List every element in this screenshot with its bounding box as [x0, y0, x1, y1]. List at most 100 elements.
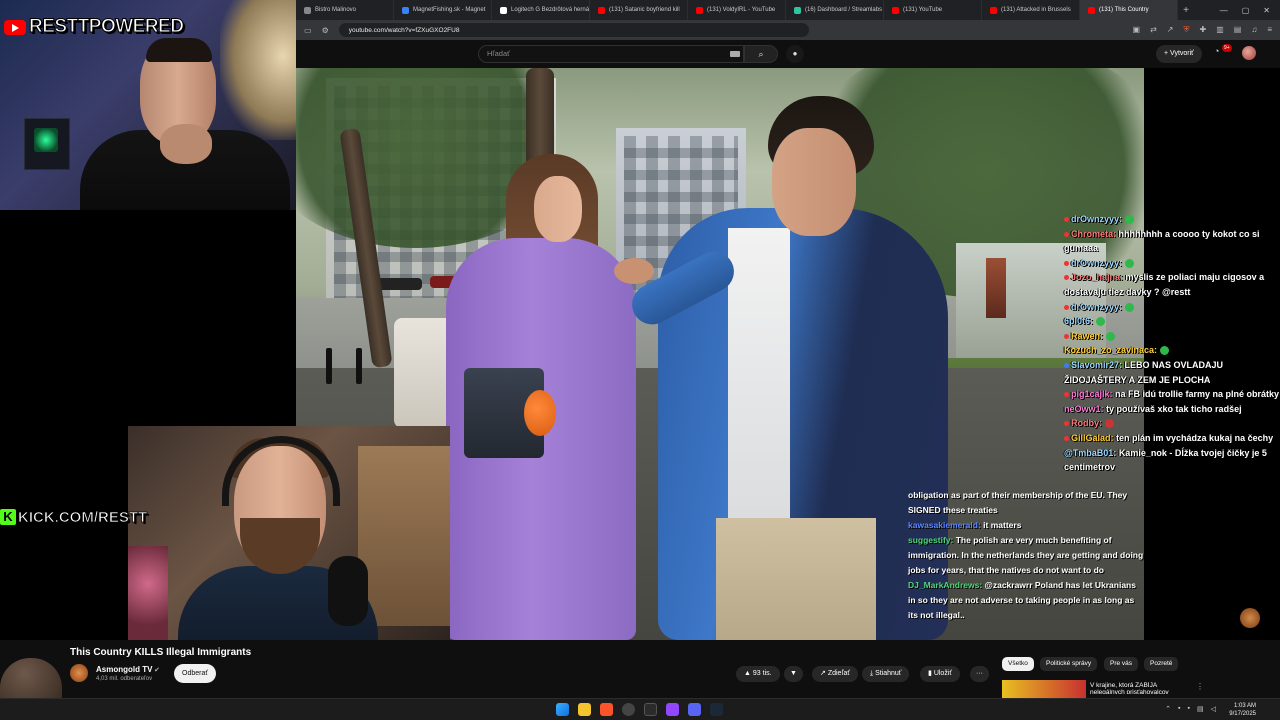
recommended-title[interactable]: V krajine, ktorá ZABÍJA nelegálnych pris…: [1090, 682, 1190, 694]
maximize-icon[interactable]: ▢: [1242, 6, 1250, 15]
kick-url-text: KICK.COM/RESTT: [18, 508, 148, 526]
like-icon: ▲: [744, 670, 751, 677]
obs-icon[interactable]: [622, 703, 635, 716]
channel-avatar[interactable]: [70, 664, 88, 682]
browser-tab-active[interactable]: (131) This Country: [1080, 0, 1178, 20]
translate-icon[interactable]: ⇄: [1150, 25, 1157, 35]
keyboard-icon[interactable]: [730, 51, 740, 57]
kick-chat-overlay: drOwnzyyy: Chrometa: hhhhhhhh a coooo ty…: [1064, 212, 1280, 475]
chip-for-you[interactable]: Pre vás: [1104, 657, 1139, 671]
browser-tab[interactable]: MagnetFishing.sk - Magnet: [394, 0, 492, 20]
chat-message: neOww1: ty používaš xko tak ticho radšej: [1064, 403, 1242, 414]
url-input[interactable]: youtube.com/watch?v=fZXuGXO2FU8: [338, 23, 809, 37]
toolbar-icons: ▣ ⇄ ↗ ⛨ ✚ ▥ ▤ ♫ ≡: [1133, 25, 1272, 35]
chip-watched[interactable]: Pozreté: [1144, 657, 1179, 671]
tab-favicon-icon: [696, 6, 703, 14]
system-clock[interactable]: 1:03 AM 9/17/2025: [1229, 702, 1256, 718]
address-bar-row: ▭ ⚙ youtube.com/watch?v=fZXuGXO2FU8 ▣ ⇄ …: [296, 20, 1280, 40]
youtube-logo-icon: [4, 19, 26, 35]
tray-chevron-icon[interactable]: ⌃: [1165, 705, 1171, 713]
network-icon[interactable]: ▤: [1197, 705, 1204, 713]
emote-icon: [1105, 331, 1115, 341]
browser-tab[interactable]: Bistro Malinovo: [296, 0, 394, 20]
download-icon: ⤓: [870, 670, 874, 677]
chat-message: drOwnzyyy:: [1064, 256, 1280, 271]
browser-tab[interactable]: (131) Attacked in Brussels: [982, 0, 1080, 20]
browser-tab[interactable]: (16) Dashboard / Streamlabs: [786, 0, 884, 20]
brave-browser-icon[interactable]: [600, 703, 613, 716]
create-button[interactable]: + Vytvoriť: [1156, 45, 1202, 63]
channel-name[interactable]: Asmongold TV: [96, 665, 152, 674]
steam-icon[interactable]: [710, 703, 723, 716]
voice-search-button[interactable]: ●: [786, 45, 804, 63]
emote-icon: [1095, 317, 1105, 327]
share-button[interactable]: ↗ Zdieľať: [812, 666, 859, 682]
like-button[interactable]: ▲ 93 tis.: [736, 666, 780, 682]
brave-shield-icon[interactable]: ⛨: [1184, 25, 1190, 35]
subscribe-button[interactable]: Odberať: [174, 664, 216, 683]
tray-app-icon[interactable]: ▪: [1188, 705, 1190, 713]
streamer-hand: [160, 124, 212, 164]
chat-message: DJ_MarkAndrews: @zackrawrr Poland has le…: [908, 580, 1136, 620]
search-button[interactable]: ⌕: [744, 45, 778, 63]
channel-watermark[interactable]: [1240, 608, 1260, 628]
browser-tab[interactable]: (131) Satanic boyfriend kill: [590, 0, 688, 20]
minimize-icon[interactable]: —: [1220, 6, 1228, 15]
chip-political-news[interactable]: Politické správy: [1040, 657, 1098, 671]
extensions-icon[interactable]: ✚: [1200, 25, 1207, 35]
woman-face: [534, 176, 582, 242]
browser-tab[interactable]: Logitech G Bezdrôtová herná: [492, 0, 590, 20]
chip-all[interactable]: Všetko: [1002, 657, 1034, 671]
volume-icon[interactable]: ◁: [1211, 705, 1216, 713]
notification-badge: 9+: [1222, 44, 1232, 52]
close-icon[interactable]: ✕: [1263, 6, 1270, 15]
video-info-bar: This Country KILLS Illegal Immigrants As…: [0, 640, 1280, 698]
recommended-thumbnail[interactable]: [1002, 680, 1086, 698]
media-icon[interactable]: ♫: [1251, 25, 1257, 35]
dislike-icon: ▼: [790, 670, 797, 677]
dislike-button[interactable]: ▼: [784, 666, 803, 682]
save-button[interactable]: ▮ Uložiť: [920, 666, 960, 682]
discord-icon[interactable]: [688, 703, 701, 716]
emote-icon: [1159, 346, 1169, 356]
sidebar-icon[interactable]: ▥: [1216, 25, 1224, 35]
browser-tab[interactable]: (131) VoldyIRL - YouTube: [688, 0, 786, 20]
share-page-icon[interactable]: ↗: [1167, 25, 1174, 35]
more-actions-button[interactable]: ···: [970, 666, 989, 682]
notifications-bell-icon[interactable]: ◔: [1214, 46, 1219, 56]
account-avatar[interactable]: [1242, 46, 1256, 60]
menu-icon[interactable]: ≡: [1267, 25, 1272, 35]
share-icon: ↗: [820, 670, 826, 677]
download-button[interactable]: ⤓ Stiahnuť: [862, 666, 910, 682]
reacted-streamer-webcam: [128, 426, 450, 640]
man-pants: [716, 518, 876, 640]
screen: Bistro Malinovo MagnetFishing.sk - Magne…: [0, 0, 1280, 720]
file-explorer-icon[interactable]: [578, 703, 591, 716]
tab-favicon-icon: [794, 6, 801, 14]
bollard: [326, 348, 332, 384]
mascot-overlay: [0, 658, 62, 698]
start-icon[interactable]: [556, 703, 569, 716]
streamer-hair: [146, 38, 212, 62]
emote-icon: [1124, 302, 1134, 312]
brand-text: RESTTPOWERED: [28, 16, 184, 38]
youtube-header: Hľadať ⌕ ● + Vytvoriť ◔ 9+: [296, 40, 1280, 68]
terminal-icon[interactable]: [644, 703, 657, 716]
shelf: [358, 446, 450, 626]
kick-logo-icon: K: [0, 509, 16, 525]
new-tab-button[interactable]: +: [1178, 5, 1194, 16]
more-vert-icon[interactable]: ⋮: [1196, 682, 1204, 691]
tray-app-icon[interactable]: ▪: [1178, 705, 1180, 713]
man-shirt: [728, 228, 790, 538]
cast-icon[interactable]: ▣: [1133, 25, 1141, 35]
site-info-icon[interactable]: ⚙: [322, 26, 329, 35]
wallet-icon[interactable]: ▤: [1234, 25, 1242, 35]
tab-favicon-icon: [304, 6, 311, 14]
search-input[interactable]: Hľadať: [478, 45, 744, 63]
bookmark-icon[interactable]: ▭: [304, 26, 312, 35]
browser-tab[interactable]: (131) YouTube: [884, 0, 982, 20]
twitch-icon[interactable]: [666, 703, 679, 716]
chat-message: Jozo_hajna: myslis ze poliaci maju cigos…: [1064, 272, 1265, 297]
tab-favicon-icon: [402, 6, 409, 14]
chat-message: @TmbaB01: Kamie_nok - Dĺžka tvojej čičky…: [1064, 447, 1267, 473]
